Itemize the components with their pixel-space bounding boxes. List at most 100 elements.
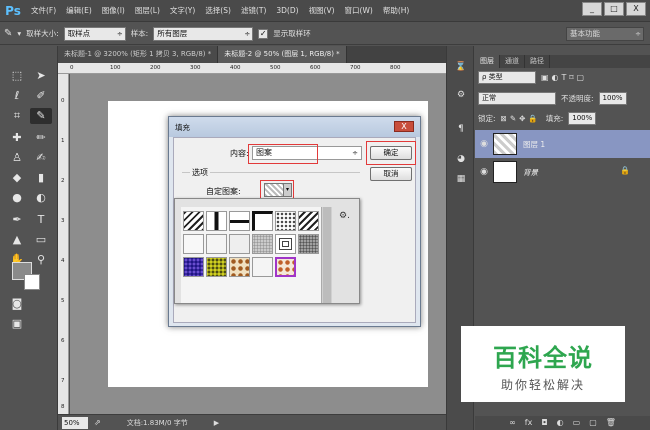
pattern-item[interactable] [229,234,250,254]
filter-icons[interactable]: ▣◐T⌑▢ [541,73,587,82]
photoshop-logo: Ps [5,3,21,18]
menu-3d[interactable]: 3D(D) [271,6,303,15]
show-ring-checkbox[interactable]: ✓ [258,28,269,39]
minimize-button[interactable]: _ [582,2,602,16]
pattern-item[interactable] [298,234,319,254]
pattern-item[interactable] [206,211,227,231]
new-layer-icon[interactable]: ▢ [589,416,597,430]
menu-window[interactable]: 窗口(W) [340,5,378,16]
eyedropper-tool-icon[interactable]: ✎ [30,108,52,124]
fill-field[interactable]: 100% [568,112,597,125]
delete-layer-icon[interactable]: 🗑 [606,416,616,430]
add-mask-icon[interactable]: ◘ [541,416,547,430]
ruler-tick: 200 [150,65,161,71]
menu-type[interactable]: 文字(Y) [165,5,200,16]
scroll-thumb[interactable] [323,207,331,303]
type-tool-icon[interactable]: T [30,212,52,228]
character-panel-icon[interactable]: ¶ [451,120,471,138]
pattern-item[interactable] [183,234,204,254]
gear-icon[interactable]: ⚙. [339,211,350,221]
pattern-item[interactable] [183,211,204,231]
menu-edit[interactable]: 编辑(E) [61,5,97,16]
dialog-title-bar[interactable]: 填充 X [169,117,420,137]
pattern-item[interactable] [229,211,250,231]
pattern-item[interactable] [298,211,319,231]
path-selection-tool-icon[interactable]: ▲ [6,232,28,248]
doc-tab-2[interactable]: 未标题-2 @ 50% (图层 1, RGB/8) * [218,46,347,63]
pattern-picker: ⚙. [174,198,360,304]
marquee-tool-icon[interactable]: ⬚ [6,68,28,84]
layer-filter-select[interactable]: ρ 类型 [478,71,536,84]
swatches-panel-icon[interactable]: ▦ [451,170,471,188]
pattern-item[interactable] [252,257,273,277]
visibility-eye-icon[interactable]: ◉ [475,167,493,177]
options-label: 选项 [190,167,210,178]
color-panel-icon[interactable]: ◕ [451,150,471,168]
pattern-item[interactable] [275,234,296,254]
eraser-tool-icon[interactable]: ◆ [6,170,28,186]
pattern-item[interactable] [252,211,273,231]
pattern-item[interactable] [206,257,227,277]
move-tool-icon[interactable]: ➤ [30,68,52,84]
close-window-button[interactable]: X [626,2,646,16]
maximize-button[interactable]: □ [604,2,624,16]
gradient-tool-icon[interactable]: ▮ [30,170,52,186]
sample-select[interactable]: 所有图层 ÷ [153,26,254,41]
menu-file[interactable]: 文件(F) [26,5,61,16]
lasso-tool-icon[interactable]: ℓ [6,88,28,104]
menu-help[interactable]: 帮助(H) [378,5,415,16]
pattern-item[interactable] [206,234,227,254]
shape-tool-icon[interactable]: ▭ [30,232,52,248]
pattern-item[interactable] [252,234,273,254]
lock-icons[interactable]: ⊠✎✥🔒 [501,114,541,123]
link-layers-icon[interactable]: ∞ [509,416,516,430]
menu-image[interactable]: 图像(I) [97,5,130,16]
layer-style-icon[interactable]: fx [525,416,533,430]
new-group-icon[interactable]: ▭ [573,416,581,430]
crop-tool-icon[interactable]: ⌗ [6,108,28,124]
zoom-level-field[interactable]: 50% [62,416,88,429]
visibility-eye-icon[interactable]: ◉ [475,139,493,149]
sample-size-select[interactable]: 取样点 ÷ [63,26,126,41]
quick-mask-icon[interactable]: ◙ [6,296,28,312]
healing-brush-tool-icon[interactable]: ✚ [6,130,28,146]
blend-mode-select[interactable]: 正常 [478,92,556,105]
eyedropper-icon[interactable]: ✎ [4,28,12,39]
brush-tool-icon[interactable]: ✏ [30,130,52,146]
blur-tool-icon[interactable]: ● [6,190,28,206]
tab-layers[interactable]: 图层 [475,55,500,68]
doc-tab-1[interactable]: 未标题-1 @ 3200% (矩形 1 拷贝 3, RGB/8) * [58,46,219,63]
export-icon[interactable]: ⇗ [94,418,101,427]
pattern-item[interactable] [275,211,296,231]
layer-row-background[interactable]: ◉ 背景 🔒 [475,158,650,186]
tab-channels[interactable]: 通道 [500,55,525,68]
quick-select-tool-icon[interactable]: ✐ [30,88,52,104]
pattern-item[interactable] [229,257,250,277]
status-menu-arrow-icon[interactable]: ▶ [214,419,219,427]
history-panel-icon[interactable]: ⌛ [451,58,471,76]
clone-stamp-tool-icon[interactable]: ♙ [6,150,28,166]
screen-mode-icon[interactable]: ▣ [6,316,28,332]
pattern-scrollbar[interactable] [321,207,332,303]
history-brush-tool-icon[interactable]: ✍ [30,150,52,166]
adjustment-layer-icon[interactable]: ◐ [557,416,564,430]
cancel-button[interactable]: 取消 [370,167,412,181]
pattern-item-selected[interactable] [275,257,296,277]
layer-row-layer1[interactable]: ◉ 图层 1 [475,130,650,158]
dialog-close-button[interactable]: X [394,121,414,132]
background-color-swatch[interactable] [24,274,40,290]
menu-layer[interactable]: 图层(L) [130,5,165,16]
menu-view[interactable]: 视图(V) [304,5,340,16]
menu-select[interactable]: 选择(S) [200,5,236,16]
opacity-field[interactable]: 100% [598,92,627,105]
zoom-tool-icon[interactable]: ⚲ [30,252,52,268]
properties-panel-icon[interactable]: ⚙ [451,86,471,104]
pattern-item[interactable] [183,257,204,277]
workspace-select[interactable]: 基本功能 ÷ [566,27,644,41]
ruler-horizontal: 0 100 200 300 400 500 600 700 800 [58,63,446,74]
pen-tool-icon[interactable]: ✒ [6,212,28,228]
tool-preset-arrow-icon[interactable]: ▾ [17,29,21,38]
tab-paths[interactable]: 路径 [525,55,550,68]
menu-filter[interactable]: 滤镜(T) [236,5,271,16]
dodge-tool-icon[interactable]: ◐ [30,190,52,206]
